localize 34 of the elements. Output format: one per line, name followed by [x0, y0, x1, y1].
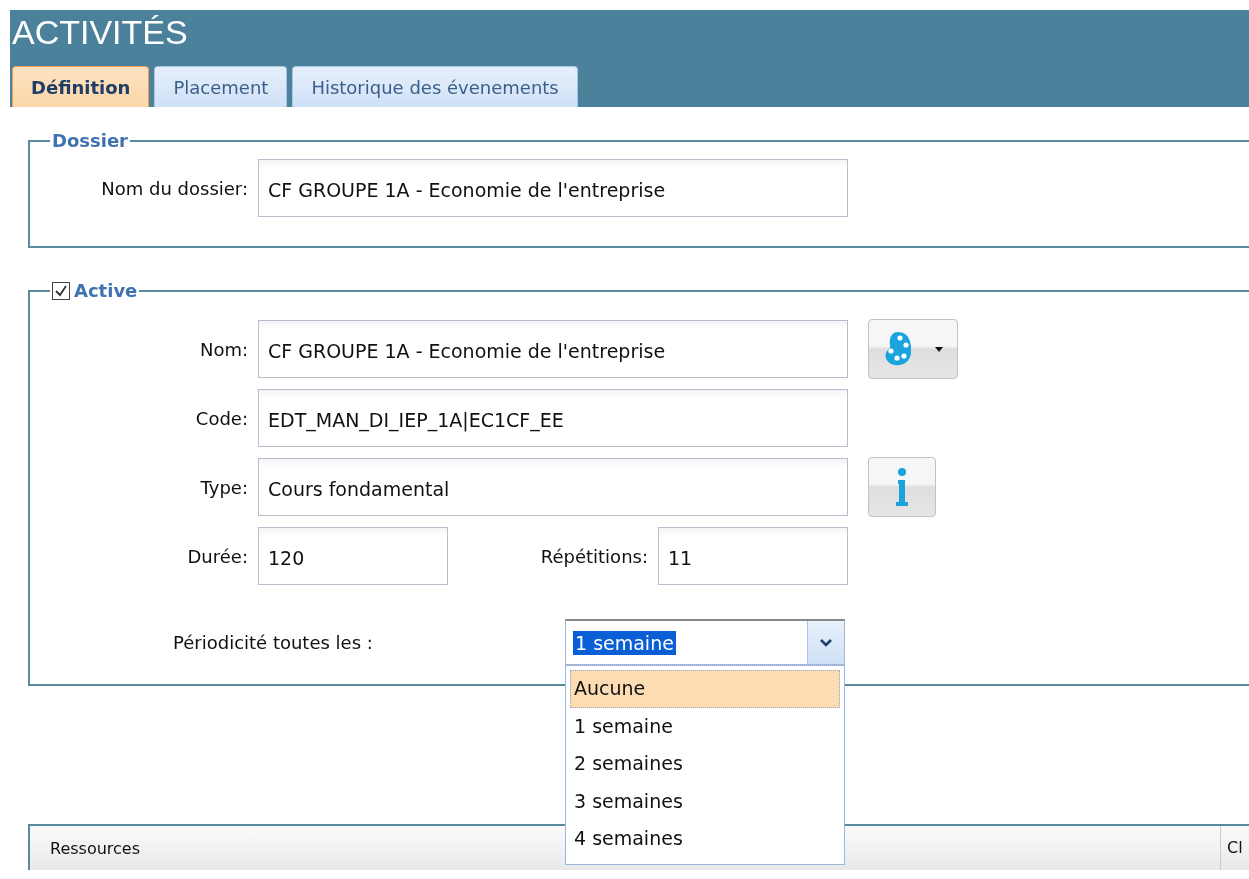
dropdown-option[interactable]: 4 semaines	[570, 820, 840, 858]
checkbox[interactable]	[52, 281, 70, 300]
field-label: Type:	[199, 476, 249, 498]
input-field[interactable]: 120	[258, 527, 448, 585]
tab[interactable]: Historique des évenements	[292, 66, 578, 107]
field-label: Durée:	[186, 545, 249, 567]
dropdown-option[interactable]: 3 semaines	[570, 782, 840, 820]
field-label: Nom du dossier:	[100, 177, 249, 199]
field-label: Périodicité toutes les :	[173, 631, 374, 653]
tab[interactable]: Placement	[154, 66, 288, 107]
info-icon	[895, 467, 909, 507]
input-field[interactable]: EDT_MAN_DI_IEP_1A|EC1CF_EE	[258, 389, 848, 447]
column-header[interactable]: Ressources	[50, 838, 141, 858]
periodicity-dropdown[interactable]: 1 semaine	[565, 619, 845, 665]
chevron-icon	[820, 638, 832, 647]
field-label: Répétitions:	[539, 545, 649, 567]
window-title: ACTIVITÉS	[11, 12, 188, 52]
column-header[interactable]: Cl	[1220, 826, 1249, 870]
info-button[interactable]	[868, 457, 936, 517]
input-field[interactable]: Cours fondamental	[258, 458, 848, 516]
tab[interactable]: Définition	[12, 66, 150, 107]
field-label: Nom:	[198, 338, 249, 360]
group-title: Dossier	[52, 130, 128, 151]
field-label: Code:	[194, 407, 249, 429]
input-field[interactable]: CF GROUPE 1A - Economie de l'entreprise	[258, 320, 848, 378]
dropdown-option[interactable]: 1 semaine	[570, 707, 840, 745]
palette-icon	[883, 331, 913, 367]
input-field[interactable]: CF GROUPE 1A - Economie de l'entreprise	[258, 159, 848, 217]
dropdown-option[interactable]: Aucune	[570, 670, 840, 708]
group-title: Active	[74, 280, 138, 301]
caret-icon	[935, 346, 943, 352]
input-field[interactable]: 11	[658, 527, 848, 585]
dropdown-option[interactable]: 2 semaines	[570, 745, 840, 783]
color-dropdown-button[interactable]	[868, 319, 958, 379]
